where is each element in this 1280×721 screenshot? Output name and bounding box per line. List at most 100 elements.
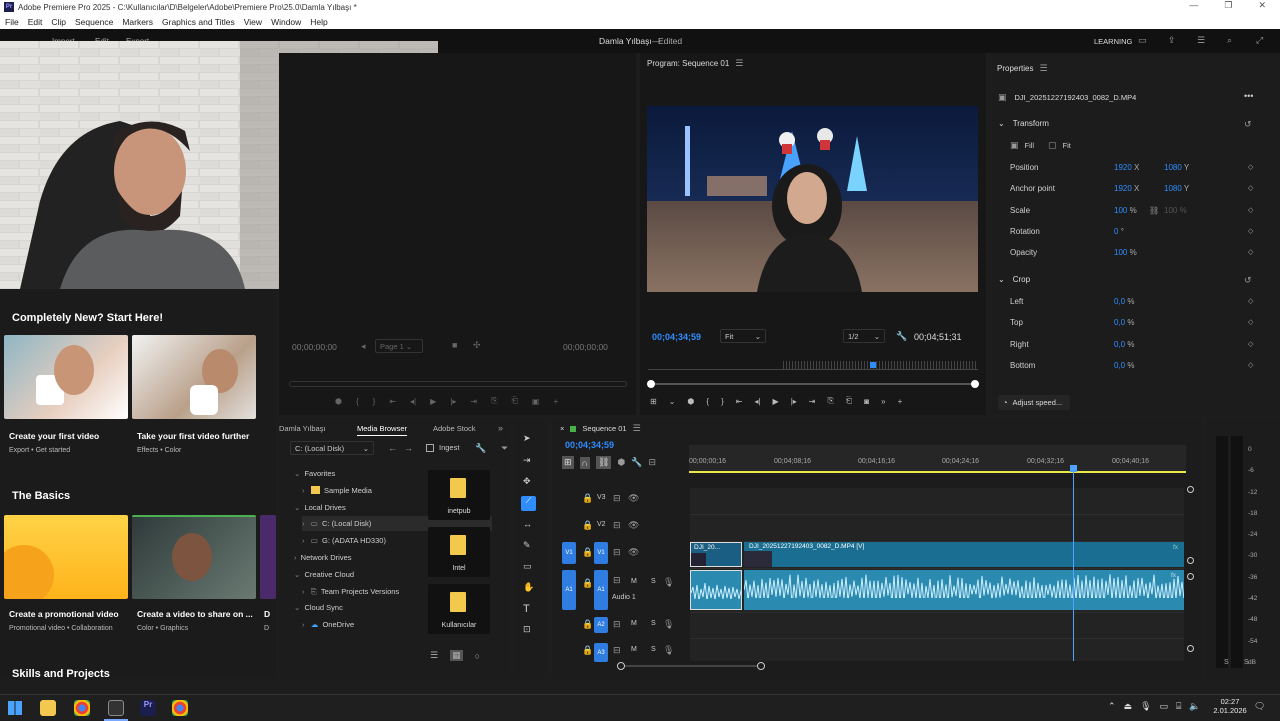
sync-icon[interactable]: ⊟ bbox=[613, 575, 621, 586]
track-select-tool-icon[interactable]: ⇥ bbox=[523, 455, 531, 466]
tree-node[interactable]: › ☁ OneDrive bbox=[302, 620, 354, 629]
search-icon[interactable]: ⌕ bbox=[1227, 35, 1232, 46]
property-value[interactable]: 0,0 % bbox=[1114, 297, 1134, 306]
mic-icon[interactable]: 🎙 bbox=[663, 645, 674, 656]
selection-tool-icon[interactable]: ➤ bbox=[523, 433, 531, 444]
lock-icon[interactable]: 🔒 bbox=[582, 619, 593, 630]
snap-icon[interactable]: ∩ bbox=[579, 456, 591, 469]
reset-icon[interactable]: ↺ bbox=[1244, 119, 1252, 130]
audio-clip[interactable]: fx bbox=[744, 570, 1184, 610]
go-in-icon[interactable]: ⇤ bbox=[389, 397, 396, 406]
lock-icon[interactable]: 🔒 bbox=[582, 520, 593, 531]
forward-icon[interactable]: → bbox=[404, 443, 413, 453]
tree-node[interactable]: ⌄ Local Drives bbox=[294, 503, 346, 512]
tutorial-thumbnail[interactable] bbox=[260, 515, 276, 599]
menu-view[interactable]: View bbox=[244, 17, 262, 27]
program-ruler[interactable] bbox=[648, 356, 978, 370]
tutorial-thumbnail[interactable] bbox=[4, 335, 128, 419]
clock[interactable]: 02:27 2.01.2026 bbox=[1210, 697, 1250, 715]
close-icon[interactable]: × bbox=[560, 424, 564, 433]
tutorial-title[interactable]: Create your first video bbox=[9, 431, 99, 441]
sync-icon[interactable]: ⊟ bbox=[613, 493, 621, 504]
tutorial-thumbnail[interactable] bbox=[4, 515, 128, 599]
captions-icon[interactable]: ⊟ bbox=[649, 457, 657, 468]
property-value[interactable]: 0,0 % bbox=[1114, 318, 1134, 327]
close-button[interactable]: ✕ bbox=[1258, 0, 1266, 11]
folder-tile[interactable]: Intel bbox=[428, 527, 490, 577]
caption-tool-icon[interactable]: ⊡ bbox=[523, 624, 531, 635]
tutorial-title[interactable]: Create a video to share on ... bbox=[137, 609, 253, 619]
solo-button[interactable]: S bbox=[651, 578, 656, 585]
property-value[interactable]: 0,0 % bbox=[1114, 340, 1134, 349]
properties-tab[interactable]: Properties ☰ bbox=[997, 63, 1048, 74]
folder-tile[interactable]: inetpub bbox=[428, 470, 490, 520]
program-timecode[interactable]: 00;04;34;59 bbox=[652, 332, 701, 342]
fullscreen-icon[interactable]: ⤢ bbox=[1256, 35, 1263, 46]
panel-layout-icon[interactable]: ▭ bbox=[1138, 35, 1147, 46]
menu-graphics[interactable]: Graphics and Titles bbox=[162, 17, 235, 27]
keyframe-icon[interactable]: ◇ bbox=[1248, 206, 1253, 214]
wrench-icon[interactable]: 🔧 bbox=[896, 331, 907, 342]
tree-node[interactable]: ⌄ Cloud Sync bbox=[294, 603, 343, 612]
property-value[interactable]: 0 ° bbox=[1114, 227, 1124, 236]
dropdown-icon[interactable]: ⌄ bbox=[669, 397, 676, 406]
more-tabs-icon[interactable]: » bbox=[498, 423, 503, 433]
track-target-a1[interactable]: A1 bbox=[594, 570, 608, 610]
program-scrubber[interactable] bbox=[647, 380, 979, 388]
source-patch-a1[interactable]: A1 bbox=[562, 570, 576, 610]
menu-help[interactable]: Help bbox=[310, 17, 327, 27]
out-point-icon[interactable]: } bbox=[721, 397, 724, 406]
source-scrubber[interactable] bbox=[289, 381, 627, 387]
resolution-select[interactable]: 1/2 ⌄ bbox=[843, 329, 885, 343]
step-back-icon[interactable]: ◂| bbox=[754, 397, 760, 406]
page-select[interactable]: Page 1 ⌄ bbox=[375, 339, 423, 353]
linked-selection-icon[interactable]: ⛓ bbox=[596, 456, 612, 469]
link-icon[interactable]: ⛓ bbox=[1149, 206, 1159, 215]
property-value[interactable]: 0,0 % bbox=[1114, 361, 1134, 370]
obs-icon[interactable] bbox=[108, 700, 124, 716]
share-icon[interactable]: ⇪ bbox=[1168, 35, 1176, 46]
battery-icon[interactable]: ▭ bbox=[1160, 701, 1169, 712]
keyframe-icon[interactable]: ◇ bbox=[1248, 340, 1253, 348]
filter-icon[interactable]: ⏷ bbox=[501, 443, 508, 454]
pen-tool-icon[interactable]: ✎ bbox=[523, 540, 531, 551]
in-point-icon[interactable]: { bbox=[706, 397, 709, 406]
zoom-select[interactable]: Fit ⌄ bbox=[720, 329, 766, 343]
track-target-a2[interactable]: A2 bbox=[594, 617, 608, 633]
in-point-icon[interactable]: { bbox=[356, 397, 359, 406]
menu-clip[interactable]: Clip bbox=[51, 17, 66, 27]
sequence-tab[interactable]: × Sequence 01 ☰ bbox=[560, 423, 641, 434]
mic-icon[interactable]: 🎙 bbox=[663, 619, 674, 630]
tutorial-title[interactable]: D bbox=[264, 609, 270, 619]
minimize-button[interactable]: — bbox=[1189, 0, 1198, 11]
scrollbar-handle[interactable] bbox=[1187, 573, 1194, 580]
safe-margins-icon[interactable]: ⊞ bbox=[650, 397, 657, 406]
adjust-speed-button[interactable]: ◔ Adjust speed... bbox=[998, 395, 1070, 410]
settings-icon[interactable]: ✣ bbox=[473, 340, 481, 351]
list-view-icon[interactable]: ☰ bbox=[430, 650, 438, 661]
lock-icon[interactable]: 🔒 bbox=[582, 645, 593, 656]
notification-icon[interactable]: 🗨 bbox=[1254, 701, 1265, 712]
lock-icon[interactable]: 🔒 bbox=[582, 547, 593, 558]
keyframe-icon[interactable]: ◇ bbox=[1248, 163, 1253, 171]
add-icon[interactable]: + bbox=[898, 397, 903, 406]
menu-edit[interactable]: Edit bbox=[28, 17, 43, 27]
property-value[interactable]: 1080 Y bbox=[1164, 163, 1189, 172]
keyframe-icon[interactable]: ◇ bbox=[1248, 361, 1253, 369]
keyframe-icon[interactable]: ◇ bbox=[1248, 184, 1253, 192]
tray-expand-icon[interactable]: ⌃ bbox=[1108, 701, 1116, 712]
maximize-button[interactable]: ❐ bbox=[1224, 0, 1232, 11]
workspace-label[interactable]: LEARNING bbox=[1094, 37, 1132, 46]
tab-project[interactable]: Damla Yılbaşı bbox=[279, 424, 326, 433]
step-fwd-icon[interactable]: |▸ bbox=[791, 397, 797, 406]
step-fwd-icon[interactable]: |▸ bbox=[450, 397, 456, 406]
razor-tool-icon[interactable]: ⟋ bbox=[521, 496, 536, 511]
sync-icon[interactable]: ⊟ bbox=[613, 520, 621, 531]
ingest-checkbox[interactable]: Ingest bbox=[426, 443, 459, 452]
panel-menu-icon[interactable]: ☰ bbox=[1039, 63, 1047, 74]
program-tab[interactable]: Program: Sequence 01 ☰ bbox=[647, 58, 743, 69]
tree-node[interactable]: › ⎘ Team Projects Versions bbox=[302, 587, 399, 597]
hand-tool-icon[interactable]: ✋ bbox=[523, 582, 534, 593]
property-value[interactable]: 1080 Y bbox=[1164, 184, 1189, 193]
microphone-icon[interactable]: 🎙 bbox=[1140, 701, 1151, 712]
